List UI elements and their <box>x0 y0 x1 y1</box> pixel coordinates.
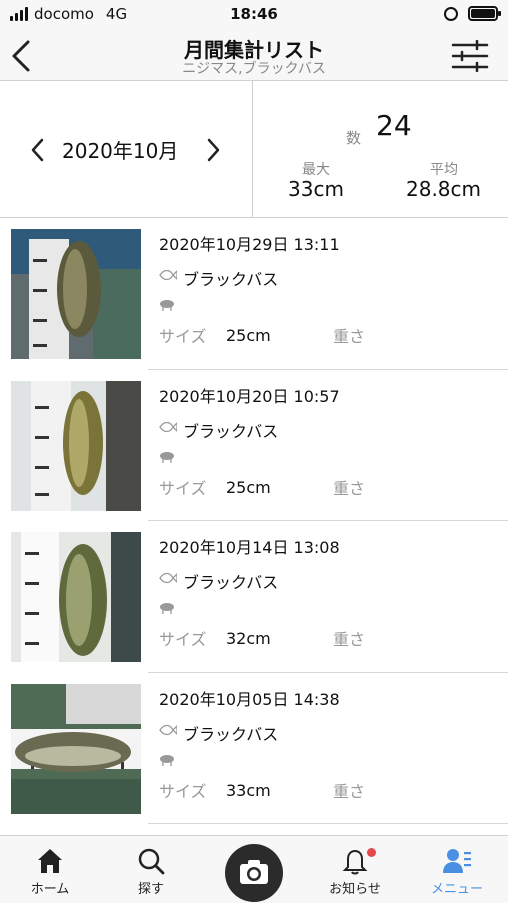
max-value: 33cm <box>288 177 344 201</box>
chevron-right-icon <box>207 138 220 162</box>
page-subtitle: ニジマス,ブラックバス <box>182 61 326 77</box>
weight-label: 重さ <box>333 630 366 649</box>
filter-button[interactable] <box>450 39 490 73</box>
weight-label: 重さ <box>333 478 366 498</box>
tab-menu[interactable]: メニュー <box>412 836 502 903</box>
chevron-left-icon <box>31 138 44 162</box>
fish-icon <box>159 724 177 735</box>
notification-badge <box>367 848 376 857</box>
catch-species: ブラックバス <box>183 421 279 441</box>
fish-icon <box>159 572 177 584</box>
bell-icon <box>342 849 368 875</box>
next-month-button[interactable] <box>203 137 223 163</box>
size-value: 32cm <box>226 629 271 648</box>
count-value: 24 <box>376 109 412 142</box>
lure-icon <box>160 451 174 463</box>
size-label: サイズ <box>159 781 207 801</box>
status-time: 18:46 <box>230 5 278 23</box>
catch-item[interactable]: 2020年10月29日 13:11 ブラックバス サイズ 25cm 重さ <box>0 218 508 370</box>
tab-label: 探す <box>137 882 164 897</box>
tab-bar: ホーム 探す お知らせ メニュー <box>0 835 508 903</box>
fish-icon <box>159 269 177 281</box>
catch-species: ブラックバス <box>183 573 279 592</box>
catch-photo <box>11 532 141 662</box>
prev-month-button[interactable] <box>28 137 48 163</box>
status-bar: docomo 4G 18:46 <box>0 0 508 30</box>
size-label: サイズ <box>159 327 207 346</box>
camera-icon <box>240 860 268 884</box>
alarm-icon <box>444 6 458 21</box>
catch-datetime: 2020年10月20日 10:57 <box>159 386 340 406</box>
current-month: 2020年10月 <box>62 139 179 163</box>
tab-search[interactable]: 探す <box>106 836 196 903</box>
tab-label: メニュー <box>430 882 483 897</box>
home-icon <box>38 849 62 873</box>
catch-datetime: 2020年10月29日 13:11 <box>159 235 340 254</box>
status-right <box>444 6 501 21</box>
size-value: 25cm <box>226 477 271 497</box>
catch-list: 2020年10月29日 13:11 ブラックバス サイズ 25cm 重さ 202… <box>0 218 508 824</box>
monthly-summary: 2020年10月 数 24 最大 33cm 平均 28.8cm <box>0 81 508 218</box>
camera-button[interactable] <box>225 844 283 902</box>
size-value: 33cm <box>226 780 271 800</box>
month-selector: 2020年10月 <box>0 81 253 217</box>
lure-icon <box>160 603 174 614</box>
sliders-icon <box>451 39 489 73</box>
size-value: 25cm <box>226 326 271 345</box>
catch-item[interactable]: 2020年10月14日 13:08 ブラックバス サイズ 32cm 重さ <box>0 521 508 673</box>
catch-datetime: 2020年10月05日 14:38 <box>159 689 340 709</box>
catch-photo <box>11 380 141 511</box>
nav-header: 月間集計リスト ニジマス,ブラックバス <box>0 30 508 81</box>
size-label: サイズ <box>159 478 207 498</box>
divider <box>148 823 508 824</box>
weight-label: 重さ <box>333 327 366 346</box>
avg-label: 平均 <box>430 162 458 178</box>
tab-home[interactable]: ホーム <box>5 836 95 903</box>
catch-species: ブラックバス <box>183 270 279 289</box>
catch-item[interactable]: 2020年10月20日 10:57 ブラックバス サイズ 25cm 重さ <box>0 370 508 521</box>
tab-notifications[interactable]: お知らせ <box>310 836 400 903</box>
catch-item[interactable]: 2020年10月05日 14:38 ブラックバス サイズ 33cm 重さ <box>0 673 508 824</box>
fish-icon <box>159 421 177 432</box>
catch-photo <box>11 683 141 814</box>
lure-icon <box>160 754 174 766</box>
size-label: サイズ <box>159 630 207 649</box>
tab-label: お知らせ <box>329 882 381 897</box>
avg-value: 28.8cm <box>406 177 482 201</box>
count-label: 数 <box>346 129 362 147</box>
battery-icon <box>468 6 501 21</box>
catch-species: ブラックバス <box>183 724 279 744</box>
weight-label: 重さ <box>333 781 366 801</box>
search-icon <box>138 848 165 875</box>
menu-user-icon <box>443 849 471 873</box>
tab-label: ホーム <box>30 882 70 897</box>
catch-photo <box>11 229 141 359</box>
catch-datetime: 2020年10月14日 13:08 <box>159 538 340 557</box>
lure-icon <box>160 300 174 311</box>
max-label: 最大 <box>302 162 330 178</box>
